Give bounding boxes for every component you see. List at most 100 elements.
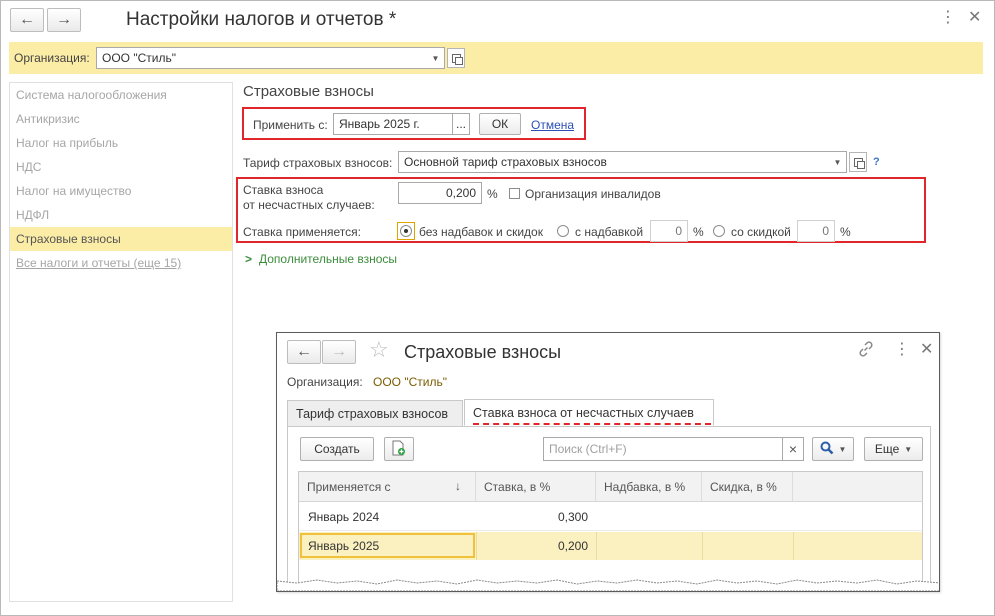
arrow-left-icon: ← bbox=[19, 11, 35, 28]
table-row[interactable]: Январь 2024 0,300 bbox=[299, 503, 922, 531]
radio-markup[interactable] bbox=[557, 225, 569, 237]
tariff-value: Основной тариф страховых взносов bbox=[404, 155, 607, 169]
open-form-icon bbox=[451, 53, 463, 65]
column-header-date-label: Применяется с bbox=[307, 480, 391, 494]
accident-rate-value: 0,200 bbox=[445, 186, 476, 200]
tariff-label: Тариф страховых взносов: bbox=[243, 156, 393, 170]
organization-value: ООО "Стиль" bbox=[102, 51, 176, 65]
sidebar-item-insurance[interactable]: Страховые взносы bbox=[10, 227, 232, 251]
cell-rate: 0,200 bbox=[557, 539, 588, 553]
document-add-icon bbox=[392, 440, 406, 459]
radio-markup-label: с надбавкой bbox=[575, 225, 644, 239]
chevron-down-icon: ▼ bbox=[431, 53, 440, 63]
markup-input[interactable]: 0 bbox=[650, 220, 688, 242]
sub-window-title: Страховые взносы bbox=[404, 342, 562, 362]
table-row-selected[interactable]: Январь 2025 0,200 bbox=[299, 532, 922, 560]
torn-edge bbox=[277, 579, 939, 591]
apply-from-value: Январь 2025 г. bbox=[339, 117, 420, 131]
create-button[interactable]: Создать bbox=[300, 437, 374, 461]
open-form-icon bbox=[853, 157, 865, 169]
accident-rate-label-line2: от несчастных случаев: bbox=[243, 198, 375, 212]
ok-button[interactable]: ОК bbox=[479, 113, 521, 135]
radio-no-markup[interactable] bbox=[400, 225, 412, 237]
apply-from-picker-button[interactable]: ... bbox=[452, 113, 470, 135]
column-header-markup[interactable]: Надбавка, в % bbox=[596, 472, 702, 502]
discount-unit: % bbox=[840, 225, 851, 239]
back-button[interactable]: ← bbox=[10, 8, 44, 32]
cell-date: Январь 2024 bbox=[308, 510, 380, 524]
column-divider bbox=[793, 532, 794, 560]
sidebar-item-profit-tax[interactable]: Налог на прибыль bbox=[10, 131, 232, 155]
tariff-open-button[interactable] bbox=[849, 152, 867, 172]
column-header-rate[interactable]: Ставка, в % bbox=[476, 472, 596, 502]
clear-icon: × bbox=[788, 441, 798, 457]
sub-organization-value: ООО "Стиль" bbox=[373, 375, 447, 389]
additional-contributions-toggle[interactable]: Дополнительные взносы bbox=[259, 252, 397, 266]
forward-button[interactable]: → bbox=[47, 8, 81, 32]
search-placeholder: Поиск (Ctrl+F) bbox=[549, 442, 627, 456]
tariff-dropdown-button[interactable]: ▼ bbox=[829, 151, 847, 173]
radio-discount-label: со скидкой bbox=[731, 225, 791, 239]
search-input[interactable]: Поиск (Ctrl+F) bbox=[543, 437, 783, 461]
sidebar: Система налогообложения Антикризис Налог… bbox=[9, 82, 233, 602]
search-options-button[interactable]: ▼ bbox=[812, 437, 854, 461]
sidebar-item-tax-system[interactable]: Система налогообложения bbox=[10, 83, 232, 107]
accident-rate-input[interactable]: 0,200 bbox=[398, 182, 482, 204]
sub-more-menu-icon[interactable]: ⋮ bbox=[894, 342, 910, 358]
apply-from-label: Применить с: bbox=[253, 118, 328, 132]
link-icon[interactable] bbox=[857, 340, 875, 361]
radio-no-markup-label: без надбавок и скидок bbox=[419, 225, 543, 239]
favorite-star-icon[interactable]: ☆ bbox=[369, 337, 389, 363]
apply-from-field[interactable]: Январь 2025 г. bbox=[333, 113, 453, 135]
sub-organization-label: Организация: bbox=[287, 375, 363, 389]
organization-field[interactable]: ООО "Стиль" bbox=[96, 47, 428, 69]
organization-open-button[interactable] bbox=[447, 48, 465, 68]
sort-arrow-icon[interactable]: ↓ bbox=[455, 479, 461, 493]
radio-discount[interactable] bbox=[713, 225, 725, 237]
cell-rate: 0,300 bbox=[557, 510, 588, 524]
organization-dropdown-button[interactable]: ▼ bbox=[427, 47, 445, 69]
more-button[interactable]: Еще ▼ bbox=[864, 437, 923, 461]
markup-value: 0 bbox=[675, 224, 682, 238]
search-clear-button[interactable]: × bbox=[782, 437, 804, 461]
tariff-field[interactable]: Основной тариф страховых взносов bbox=[398, 151, 830, 173]
arrow-left-icon: ← bbox=[296, 343, 312, 360]
sub-close-icon[interactable]: ✕ bbox=[920, 342, 933, 358]
close-icon[interactable]: ✕ bbox=[968, 10, 981, 26]
tab-tariff[interactable]: Тариф страховых взносов bbox=[287, 400, 463, 426]
discount-value: 0 bbox=[822, 224, 829, 238]
column-header-discount[interactable]: Скидка, в % bbox=[702, 472, 793, 502]
cancel-link[interactable]: Отмена bbox=[531, 118, 574, 132]
sub-forward-button[interactable]: → bbox=[322, 340, 356, 364]
table-header: Применяется с ↓ Ставка, в % Надбавка, в … bbox=[299, 472, 922, 502]
chevron-down-icon: ▼ bbox=[838, 444, 847, 454]
sidebar-item-all-taxes[interactable]: Все налоги и отчеты (еще 15) bbox=[10, 251, 232, 275]
tab-accident-rate-label: Ставка взноса от несчастных случаев bbox=[473, 405, 694, 420]
arrow-right-icon: → bbox=[331, 343, 347, 360]
chevron-down-icon: ▼ bbox=[833, 157, 842, 167]
accident-rate-label-line1: Ставка взноса bbox=[243, 183, 324, 197]
disabled-org-checkbox[interactable] bbox=[509, 188, 520, 199]
arrow-right-icon: → bbox=[56, 11, 72, 28]
column-header-date[interactable]: Применяется с bbox=[299, 472, 476, 502]
create-copy-button[interactable] bbox=[384, 437, 414, 461]
chevron-right-icon[interactable]: > bbox=[245, 252, 252, 266]
accident-rate-unit: % bbox=[487, 187, 498, 201]
rates-table: Применяется с ↓ Ставка, в % Надбавка, в … bbox=[298, 471, 923, 591]
discount-input[interactable]: 0 bbox=[797, 220, 835, 242]
rate-applies-label: Ставка применяется: bbox=[243, 225, 361, 239]
sidebar-item-vat[interactable]: НДС bbox=[10, 155, 232, 179]
tab-underline-highlight bbox=[473, 423, 711, 425]
sub-back-button[interactable]: ← bbox=[287, 340, 321, 364]
markup-unit: % bbox=[693, 225, 704, 239]
sidebar-item-property-tax[interactable]: Налог на имущество bbox=[10, 179, 232, 203]
section-title: Страховые взносы bbox=[243, 83, 374, 100]
help-icon[interactable]: ? bbox=[873, 156, 880, 168]
insurance-subwindow: ← → ☆ Страховые взносы ⋮ ✕ Организация: … bbox=[276, 332, 940, 592]
column-divider bbox=[596, 532, 597, 560]
tab-accident-rate[interactable]: Ставка взноса от несчастных случаев bbox=[464, 399, 714, 426]
window-title: Настройки налогов и отчетов * bbox=[126, 9, 397, 30]
more-menu-icon[interactable]: ⋮ bbox=[940, 10, 956, 26]
sidebar-item-anticrisis[interactable]: Антикризис bbox=[10, 107, 232, 131]
sidebar-item-ndfl[interactable]: НДФЛ bbox=[10, 203, 232, 227]
